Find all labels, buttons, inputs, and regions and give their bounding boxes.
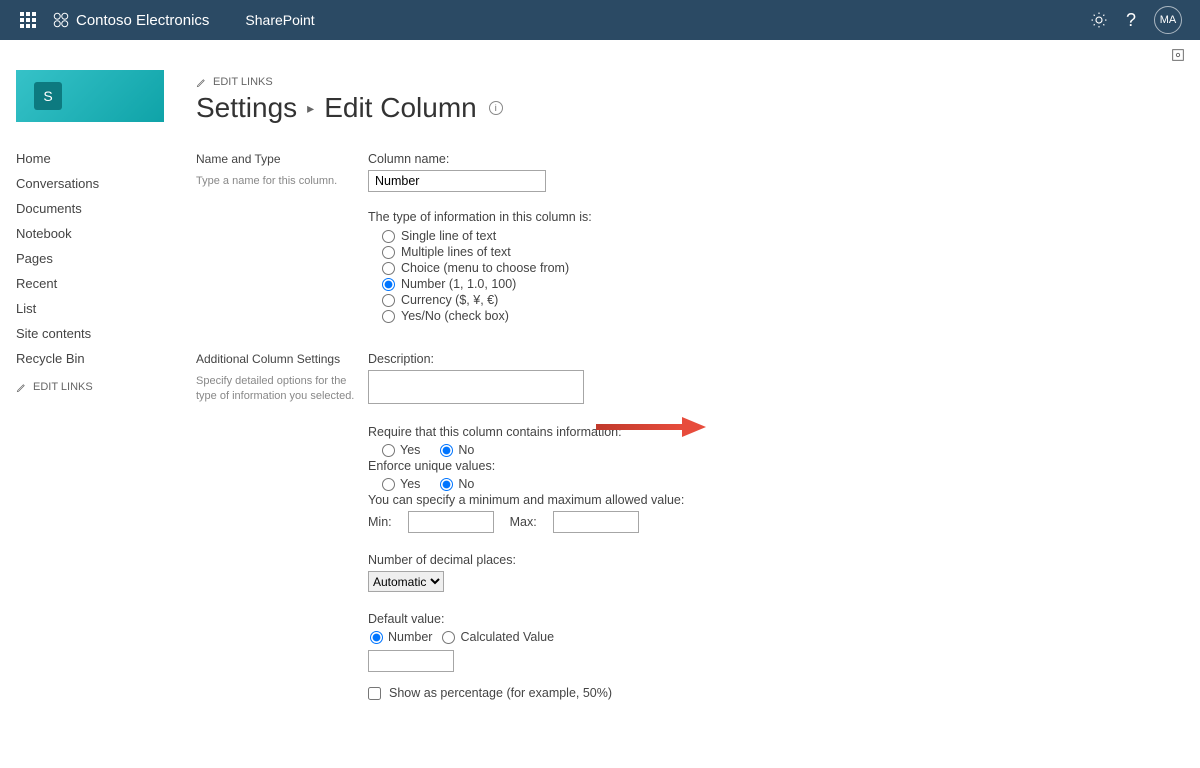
section-name-type-help: Type a name for this column. (196, 174, 368, 189)
min-label: Min: (368, 515, 392, 529)
app-launcher[interactable] (8, 0, 48, 40)
focus-row (0, 40, 1200, 70)
section-name-type: Name and Type Type a name for this colum… (196, 152, 1184, 324)
avatar-initials: MA (1160, 14, 1177, 26)
pencil-icon (16, 382, 27, 393)
nav-conversations[interactable]: Conversations (16, 171, 180, 196)
avatar[interactable]: MA (1154, 6, 1182, 34)
nav-pages[interactable]: Pages (16, 246, 180, 271)
left-nav: S Home Conversations Documents Notebook … (16, 70, 180, 728)
description-label: Description: (368, 352, 908, 366)
require-yes-radio[interactable] (382, 444, 395, 457)
chevron-right-icon: ▸ (307, 100, 314, 117)
type-radio-choice[interactable] (382, 262, 395, 275)
type-label-choice: Choice (menu to choose from) (401, 261, 569, 275)
site-logo-letter: S (34, 82, 62, 110)
enforce-yes-label: Yes (400, 477, 420, 491)
section-additional-help: Specify detailed options for the type of… (196, 374, 368, 404)
require-no-label: No (458, 443, 474, 457)
breadcrumb: Settings ▸ Edit Column i (196, 92, 1184, 124)
decimal-select[interactable]: Automatic (368, 571, 444, 592)
brand-text: Contoso Electronics (76, 12, 209, 29)
type-radio-currency[interactable] (382, 294, 395, 307)
section-name-type-heading: Name and Type (196, 152, 368, 166)
type-label-currency: Currency ($, ¥, €) (401, 293, 498, 307)
pencil-icon (196, 77, 207, 88)
nav-notebook[interactable]: Notebook (16, 221, 180, 246)
default-label: Default value: (368, 612, 908, 626)
default-number-radio[interactable] (370, 631, 383, 644)
type-radio-single[interactable] (382, 230, 395, 243)
nav-home[interactable]: Home (16, 146, 180, 171)
description-input[interactable] (368, 370, 584, 404)
type-label-number: Number (1, 1.0, 100) (401, 277, 516, 291)
product-name[interactable]: SharePoint (245, 12, 314, 28)
brand: Contoso Electronics (52, 11, 209, 29)
title-settings[interactable]: Settings (196, 92, 297, 124)
max-label: Max: (510, 515, 537, 529)
nav-list[interactable]: List (16, 296, 180, 321)
main-content: EDIT LINKS Settings ▸ Edit Column i Name… (180, 70, 1184, 728)
help-icon[interactable]: ? (1126, 10, 1136, 31)
minmax-label: You can specify a minimum and maximum al… (368, 493, 908, 507)
edit-links-top-label: EDIT LINKS (213, 76, 273, 88)
enforce-no-radio[interactable] (440, 478, 453, 491)
type-label: The type of information in this column i… (368, 210, 908, 224)
require-label: Require that this column contains inform… (368, 425, 908, 439)
focus-icon[interactable] (1170, 47, 1186, 63)
type-label-multi: Multiple lines of text (401, 245, 511, 259)
edit-links-top[interactable]: EDIT LINKS (196, 76, 1184, 88)
edit-links-side-label: EDIT LINKS (33, 381, 93, 393)
brand-icon (52, 11, 70, 29)
info-icon[interactable]: i (489, 101, 503, 115)
waffle-icon (20, 12, 36, 28)
type-radio-yesno[interactable] (382, 310, 395, 323)
page-title: Edit Column (324, 92, 477, 124)
section-additional-heading: Additional Column Settings (196, 352, 368, 366)
decimal-label: Number of decimal places: (368, 553, 908, 567)
section-additional: Additional Column Settings Specify detai… (196, 352, 1184, 700)
enforce-label: Enforce unique values: (368, 459, 908, 473)
nav-recent[interactable]: Recent (16, 271, 180, 296)
site-logo[interactable]: S (16, 70, 164, 122)
gear-icon[interactable] (1090, 11, 1108, 29)
type-radio-multi[interactable] (382, 246, 395, 259)
nav-site-contents[interactable]: Site contents (16, 321, 180, 346)
default-number-label: Number (388, 630, 432, 644)
default-calc-radio[interactable] (442, 631, 455, 644)
column-name-label: Column name: (368, 152, 908, 166)
show-percentage-checkbox[interactable] (368, 687, 381, 700)
show-percentage-label: Show as percentage (for example, 50%) (389, 686, 612, 700)
type-label-single: Single line of text (401, 229, 496, 243)
max-input[interactable] (553, 511, 639, 533)
nav-documents[interactable]: Documents (16, 196, 180, 221)
min-input[interactable] (408, 511, 494, 533)
require-yes-label: Yes (400, 443, 420, 457)
nav-recycle-bin[interactable]: Recycle Bin (16, 346, 180, 371)
default-value-input[interactable] (368, 650, 454, 672)
enforce-yes-radio[interactable] (382, 478, 395, 491)
suite-bar: Contoso Electronics SharePoint ? MA (0, 0, 1200, 40)
type-radio-number[interactable] (382, 278, 395, 291)
enforce-no-label: No (458, 477, 474, 491)
require-no-radio[interactable] (440, 444, 453, 457)
edit-links-side[interactable]: EDIT LINKS (16, 381, 180, 393)
column-name-input[interactable] (368, 170, 546, 192)
type-label-yesno: Yes/No (check box) (401, 309, 509, 323)
default-calc-label: Calculated Value (460, 630, 554, 644)
